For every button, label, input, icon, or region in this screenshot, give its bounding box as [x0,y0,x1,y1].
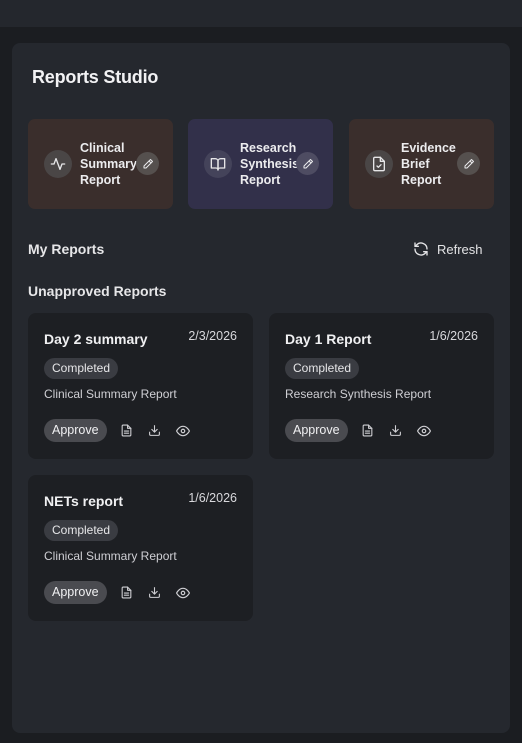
report-date: 1/6/2026 [429,329,478,343]
page-title: Reports Studio [32,67,159,87]
approve-button[interactable]: Approve [44,419,107,442]
report-type: Clinical Summary Report [44,549,177,563]
download-icon[interactable] [388,423,404,439]
reports-studio-panel: Reports Studio Clinical Summary Report R… [12,43,510,733]
refresh-button[interactable]: Refresh [413,239,483,259]
template-card-evidence-brief[interactable]: Evidence Brief Report [349,119,494,209]
approve-button[interactable]: Approve [285,419,348,442]
template-card-research-synthesis[interactable]: Research Synthesis Report [188,119,333,209]
approve-button[interactable]: Approve [44,581,107,604]
report-type: Clinical Summary Report [44,387,177,401]
report-card[interactable]: Day 2 summary 2/3/2026 Completed Clinica… [28,313,253,459]
document-icon[interactable] [360,423,376,439]
report-title: NETs report [44,493,124,509]
pencil-icon[interactable] [457,152,480,175]
report-date: 1/6/2026 [188,491,237,505]
report-date: 2/3/2026 [188,329,237,343]
report-actions: Approve [44,419,191,442]
my-reports-heading: My Reports [28,241,105,257]
refresh-label: Refresh [437,241,483,257]
download-icon[interactable] [147,423,163,439]
eye-icon[interactable] [416,423,432,439]
template-card-clinical-summary[interactable]: Clinical Summary Report [28,119,173,209]
report-actions: Approve [44,581,191,604]
report-actions: Approve [285,419,432,442]
report-title: Day 1 Report [285,331,372,347]
status-badge: Completed [285,358,360,379]
report-type: Research Synthesis Report [285,387,432,401]
document-icon[interactable] [119,585,135,601]
eye-icon[interactable] [175,423,191,439]
file-check-icon [365,150,393,178]
unapproved-reports-heading: Unapproved Reports [28,283,167,299]
report-card[interactable]: NETs report 1/6/2026 Completed Clinical … [28,475,253,621]
pencil-icon[interactable] [136,152,159,175]
template-label: Evidence Brief Report [401,141,456,187]
document-icon[interactable] [119,423,135,439]
top-bar [0,0,522,27]
download-icon[interactable] [147,585,163,601]
book-open-icon [204,150,232,178]
pencil-icon[interactable] [296,152,319,175]
template-label: Clinical Summary Report [80,141,137,187]
refresh-icon [413,241,429,257]
report-title: Day 2 summary [44,331,148,347]
template-label: Research Synthesis Report [240,141,300,187]
eye-icon[interactable] [175,585,191,601]
report-card[interactable]: Day 1 Report 1/6/2026 Completed Research… [269,313,494,459]
activity-icon [44,150,72,178]
status-badge: Completed [44,520,119,541]
status-badge: Completed [44,358,119,379]
